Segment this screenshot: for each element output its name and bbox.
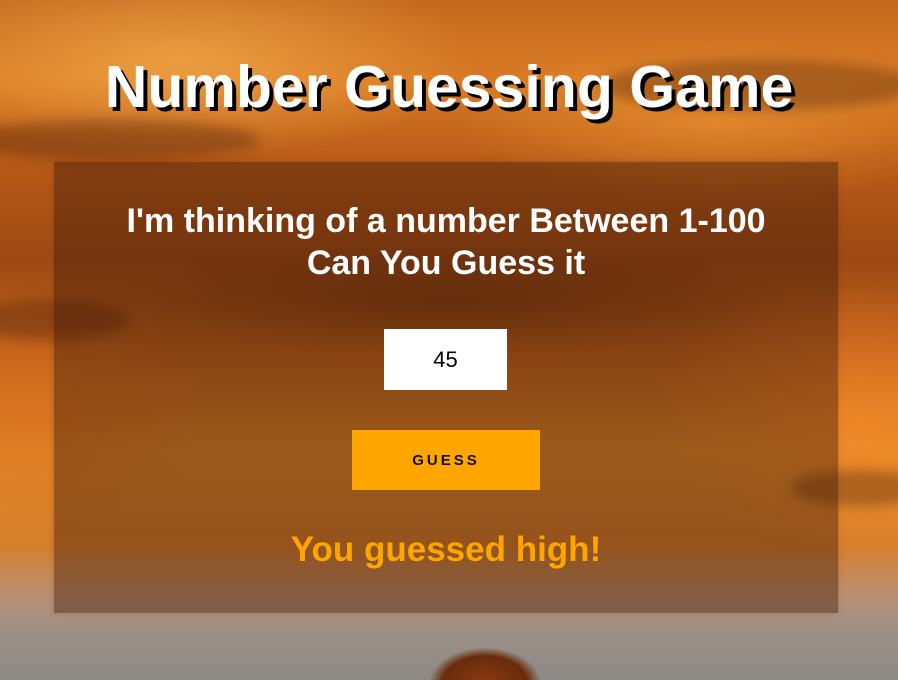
page-title: Number Guessing Game bbox=[104, 54, 794, 120]
tree-silhouette bbox=[430, 648, 540, 680]
guess-input[interactable] bbox=[384, 329, 507, 390]
prompt-line-2: Can You Guess it bbox=[306, 244, 586, 282]
game-prompt: I'm thinking of a number Between 1-100 C… bbox=[54, 200, 838, 284]
result-message: You guessed high! bbox=[290, 530, 602, 569]
prompt-line-1: I'm thinking of a number Between 1-100 bbox=[126, 202, 766, 240]
guess-button[interactable]: GUESS bbox=[352, 430, 540, 490]
cloud-streak bbox=[0, 120, 260, 160]
game-panel: I'm thinking of a number Between 1-100 C… bbox=[54, 162, 838, 613]
